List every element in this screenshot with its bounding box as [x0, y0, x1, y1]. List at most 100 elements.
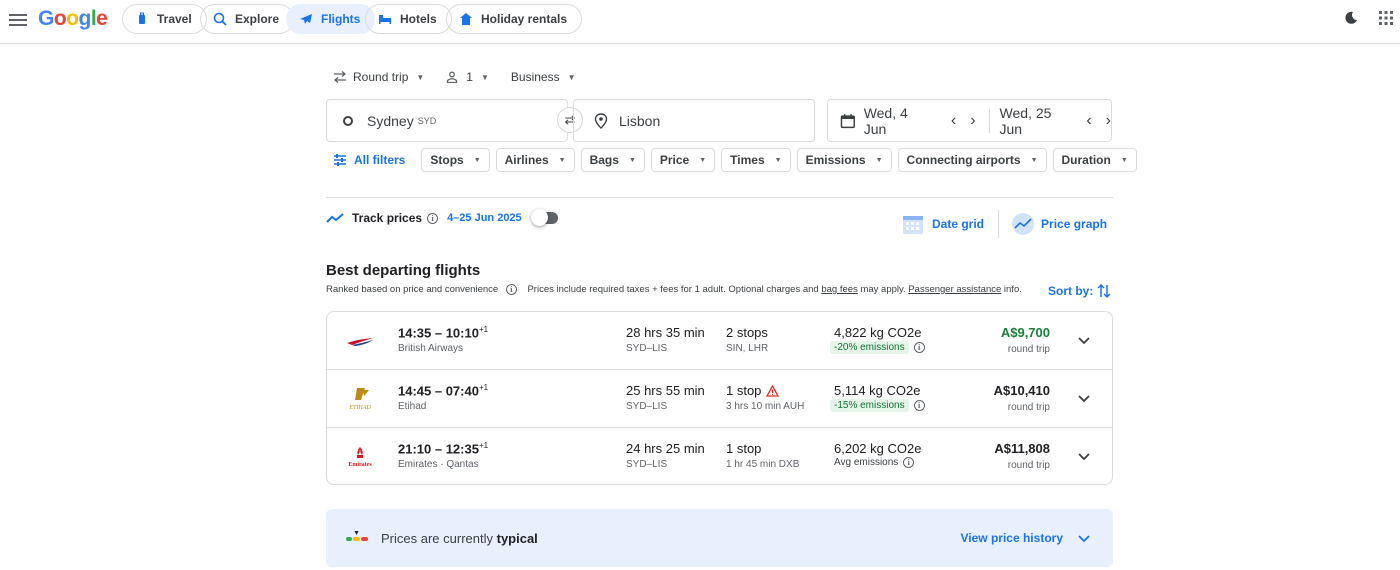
caret-down-icon: ▼ [774, 156, 782, 164]
nav-holiday-rentals[interactable]: Holiday rentals [446, 4, 583, 34]
filter-bar: All filters Stops ▼ Airlines ▼ Bags ▼ Price… [333, 148, 1143, 172]
depart-next-icon[interactable]: › [970, 112, 975, 130]
nav-travel[interactable]: Travel [122, 4, 207, 34]
flight-price: A$10,410 [993, 383, 1050, 398]
info-icon[interactable]: i [505, 284, 517, 295]
cabin-class-select[interactable]: Business ▼ [511, 70, 576, 84]
airplane-icon [300, 14, 312, 24]
flight-duration: 25 hrs 55 min [626, 383, 705, 398]
flight-row[interactable]: Emirates 21:10 – 12:35+1 Emirates · Qant… [327, 427, 1112, 485]
nav-explore[interactable]: Explore [200, 4, 295, 34]
filter-duration[interactable]: Duration ▼ [1052, 148, 1137, 172]
depart-date[interactable]: Wed, 4 Jun [864, 105, 933, 137]
return-date[interactable]: Wed, 25 Jun [1000, 105, 1077, 137]
info-icon[interactable]: i [427, 212, 439, 224]
trip-options: Round trip ▼ 1 ▼ Business ▼ [333, 70, 598, 84]
filter-emissions[interactable]: Emissions ▼ [796, 148, 892, 172]
flight-duration: 24 hrs 25 min [626, 441, 705, 456]
flight-stops: 1 stop [726, 383, 780, 398]
caret-down-icon: ▼ [1030, 156, 1038, 164]
main-menu-icon[interactable] [9, 11, 27, 29]
caret-down-icon: ▼ [699, 156, 707, 164]
airline-name: British Airways [398, 343, 464, 354]
destination-field[interactable]: Lisbon [573, 99, 815, 142]
track-prices-toggle[interactable] [530, 209, 558, 226]
emissions-badge: -20% emissions [830, 341, 909, 354]
origin-field[interactable]: Sydney SYD [326, 99, 568, 142]
price-level-icon [346, 531, 368, 541]
calendar-icon [840, 113, 855, 128]
emissions-badge: -15% emissions [830, 399, 909, 412]
trending-icon [326, 213, 344, 223]
view-price-history-link[interactable]: View price history [961, 531, 1064, 545]
flight-duration: 28 hrs 35 min [626, 325, 705, 340]
flight-stops: 1 stop [726, 441, 762, 456]
stop-info: SIN, LHR [726, 343, 769, 354]
ranked-text: Ranked based on price and convenience [326, 284, 499, 295]
date-divider [988, 108, 990, 133]
dark-mode-icon[interactable] [1343, 10, 1359, 26]
results-title: Best departing flights [326, 262, 481, 279]
filter-bags[interactable]: Bags ▼ [580, 148, 645, 172]
filter-airlines[interactable]: Airlines ▼ [495, 148, 575, 172]
trip-type-note: round trip [1007, 460, 1050, 471]
filter-stops-label: Stops [430, 153, 464, 167]
bag-fees-link[interactable]: bag fees [821, 284, 857, 295]
nav-hotels[interactable]: Hotels [365, 4, 452, 34]
destination-city: Lisbon [619, 112, 661, 129]
price-graph-button[interactable]: Price graph [1011, 212, 1107, 236]
caret-down-icon: ▼ [473, 156, 481, 164]
apps-grid-icon[interactable] [1378, 10, 1394, 26]
return-next-icon[interactable]: › [1106, 112, 1111, 130]
filter-times[interactable]: Times ▼ [721, 148, 791, 172]
chevron-down-icon[interactable] [1076, 448, 1092, 464]
flight-route: SYD–LIS [626, 401, 668, 412]
trip-type-select[interactable]: Round trip ▼ [333, 70, 424, 84]
flight-route: SYD–LIS [626, 343, 668, 354]
view-buttons: Date grid Price graph [902, 210, 1107, 238]
prices-text-3: info. [1003, 284, 1022, 295]
filter-connecting-airports[interactable]: Connecting airports ▼ [897, 148, 1047, 172]
all-filters-button[interactable]: All filters [333, 153, 405, 167]
filter-stops[interactable]: Stops ▼ [421, 148, 490, 172]
depart-prev-icon[interactable]: ‹ [951, 112, 956, 130]
filter-times-label: Times [730, 153, 765, 167]
emissions-info: -15% emissions i [830, 399, 925, 412]
flight-price: A$11,808 [994, 441, 1050, 456]
caret-down-icon: ▼ [567, 72, 576, 82]
flight-row[interactable]: 14:35 – 10:10+1 British Airways 28 hrs 3… [327, 312, 1112, 370]
return-prev-icon[interactable]: ‹ [1086, 112, 1091, 130]
chevron-down-icon[interactable] [1077, 531, 1091, 545]
trip-type-note: round trip [1007, 402, 1050, 413]
origin-circle-icon [343, 115, 353, 126]
track-prices-label: Track prices [352, 211, 423, 225]
emissions-label: Avg emissions [834, 457, 899, 468]
date-grid-button[interactable]: Date grid [902, 213, 984, 235]
sort-icon [1097, 283, 1111, 299]
passengers-select[interactable]: 1 ▼ [446, 70, 489, 84]
filter-price[interactable]: Price ▼ [650, 148, 716, 172]
flight-times: 14:45 – 07:40+1 [398, 383, 489, 399]
flight-row[interactable]: ETIHAD 14:45 – 07:40+1 Etihad 25 hrs 55 … [327, 369, 1112, 427]
co2-amount: 6,202 kg CO2e [834, 441, 922, 456]
google-logo[interactable]: Google [38, 7, 108, 31]
chevron-down-icon[interactable] [1076, 390, 1092, 406]
caret-down-icon: ▼ [628, 156, 636, 164]
filter-airlines-label: Airlines [504, 153, 549, 167]
flight-times: 14:35 – 10:10+1 [398, 325, 489, 341]
nav-explore-label: Explore [235, 12, 280, 26]
passenger-assistance-link[interactable]: Passenger assistance [908, 284, 1001, 295]
info-icon[interactable]: i [903, 457, 915, 468]
price-insight-bar[interactable]: Prices are currently typical View price … [326, 509, 1113, 567]
section-divider [326, 197, 1113, 198]
caret-down-icon: ▼ [480, 72, 489, 82]
origin-code: SYD [417, 115, 437, 126]
caret-down-icon: ▼ [416, 72, 425, 82]
info-icon[interactable]: i [913, 400, 925, 411]
price-insight-text: Prices are currently typical [381, 531, 538, 546]
nav-holiday-rentals-label: Holiday rentals [481, 12, 568, 26]
sort-by-button[interactable]: Sort by: [1048, 283, 1111, 299]
nav-flights[interactable]: Flights [286, 4, 376, 34]
chevron-down-icon[interactable] [1076, 332, 1092, 348]
info-icon[interactable]: i [913, 342, 925, 353]
